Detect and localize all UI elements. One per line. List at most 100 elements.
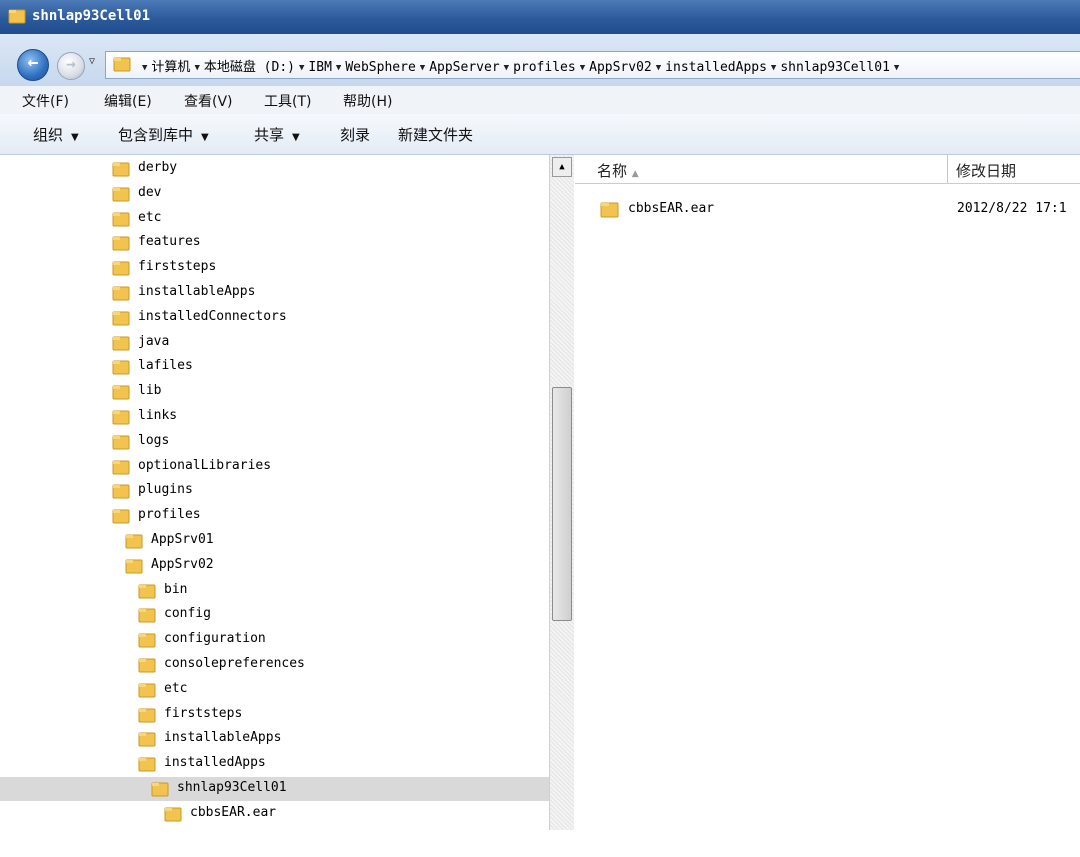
column-modified[interactable]: 修改日期 — [956, 160, 1016, 181]
folder-icon — [112, 185, 130, 207]
breadcrumb-item[interactable]: 计算机 — [151, 60, 190, 75]
folder-icon — [125, 557, 143, 579]
menu-bar: 文件(F) 编辑(E) 查看(V) 工具(T) 帮助(H) — [0, 86, 1080, 114]
breadcrumb-item[interactable]: AppServer — [429, 60, 499, 75]
breadcrumb-item[interactable]: 本地磁盘 (D:) — [204, 60, 295, 75]
folder-icon — [151, 780, 169, 802]
tree-item[interactable]: installableApps — [0, 281, 549, 305]
tree-item[interactable]: installableApps — [0, 727, 549, 751]
tree-item-label: dev — [138, 184, 162, 200]
tree-item[interactable]: lafiles — [0, 355, 549, 379]
breadcrumb-separator-icon[interactable]: ▼ — [771, 63, 776, 73]
folder-icon — [164, 805, 182, 827]
tree-item-label: firststeps — [138, 259, 217, 275]
back-button[interactable]: ← — [17, 49, 49, 81]
vertical-scrollbar[interactable]: ▲ — [549, 155, 574, 830]
history-dropdown-icon[interactable]: ▽ — [89, 56, 95, 67]
breadcrumb-separator-icon[interactable]: ▼ — [580, 63, 585, 73]
share-button[interactable]: 共享 ▼ — [254, 124, 300, 145]
tree-item[interactable]: links — [0, 405, 549, 429]
tree-item[interactable]: AppSrv01 — [0, 529, 549, 553]
tree-item[interactable]: etc — [0, 207, 549, 231]
tree-item[interactable]: installedConnectors — [0, 306, 549, 330]
menu-view[interactable]: 查看(V) — [184, 91, 233, 111]
menu-file[interactable]: 文件(F) — [22, 91, 69, 111]
folder-icon — [112, 210, 130, 232]
new-folder-button[interactable]: 新建文件夹 — [398, 124, 473, 145]
menu-help[interactable]: 帮助(H) — [343, 91, 392, 111]
tree-item[interactable]: derby — [0, 157, 549, 181]
address-bar: ← → ▽ ▼ 计算机 ▼ 本地磁盘 (D:) ▼ IBM ▼ WebSphere ▼ AppSe… — [0, 34, 1080, 87]
folder-icon — [8, 7, 26, 29]
tree-item[interactable]: configuration — [0, 628, 549, 652]
breadcrumb-separator-icon[interactable]: ▼ — [336, 63, 341, 73]
breadcrumb-item[interactable]: AppSrv02 — [589, 60, 652, 75]
folder-icon — [138, 606, 156, 628]
breadcrumb-item[interactable]: profiles — [513, 60, 576, 75]
title-bar: shnlap93Cell01 — [0, 0, 1080, 34]
tree-item-label: installedApps — [164, 755, 266, 771]
folder-icon — [138, 730, 156, 752]
include-in-library-button[interactable]: 包含到库中 ▼ — [118, 124, 209, 145]
tree-item[interactable]: AppSrv02 — [0, 554, 549, 578]
tree-item[interactable]: firststeps — [0, 256, 549, 280]
tree-item[interactable]: etc — [0, 678, 549, 702]
breadcrumb-separator-icon[interactable]: ▼ — [656, 63, 661, 73]
column-name[interactable]: 名称 ▲ — [597, 160, 639, 181]
tree-item-label: AppSrv02 — [151, 556, 214, 572]
tree-item[interactable]: installedApps — [0, 752, 549, 776]
breadcrumb-separator-icon[interactable]: ▼ — [894, 63, 899, 73]
folder-icon — [112, 259, 130, 281]
breadcrumb-separator-icon[interactable]: ▼ — [194, 63, 199, 73]
scroll-up-icon[interactable]: ▲ — [552, 157, 572, 177]
column-divider[interactable] — [947, 155, 948, 183]
folder-icon — [112, 160, 130, 182]
tree-item[interactable]: firststeps — [0, 703, 549, 727]
tree-item[interactable]: optionalLibraries — [0, 455, 549, 479]
breadcrumb-separator-icon[interactable]: ▼ — [504, 63, 509, 73]
navigation-pane[interactable]: derby dev etc features firststeps installable… — [0, 155, 549, 830]
forward-button[interactable]: → — [57, 52, 85, 80]
tree-item[interactable]: bin — [0, 579, 549, 603]
breadcrumb-separator-icon[interactable]: ▼ — [142, 63, 147, 73]
menu-edit[interactable]: 编辑(E) — [104, 91, 152, 111]
tree-item[interactable]: consolepreferences — [0, 653, 549, 677]
breadcrumb-item[interactable]: WebSphere — [345, 60, 415, 75]
tree-item-label: cbbsEAR.ear — [190, 804, 277, 820]
menu-tools[interactable]: 工具(T) — [264, 91, 311, 111]
tree-item[interactable]: java — [0, 331, 549, 355]
folder-icon — [112, 334, 130, 356]
tree-item-label: optionalLibraries — [138, 457, 272, 473]
tree-item[interactable]: lib — [0, 380, 549, 404]
folder-icon — [138, 706, 156, 728]
tree-item[interactable]: profiles — [0, 504, 549, 528]
organize-button[interactable]: 组织 ▼ — [33, 124, 79, 145]
tree-item[interactable]: plugins — [0, 479, 549, 503]
burn-button[interactable]: 刻录 — [340, 124, 370, 145]
tree-item[interactable]: logs — [0, 430, 549, 454]
breadcrumb-item[interactable]: installedApps — [665, 60, 767, 75]
folder-icon — [138, 631, 156, 653]
breadcrumb-separator-icon[interactable]: ▼ — [299, 63, 304, 73]
breadcrumb[interactable]: ▼ 计算机 ▼ 本地磁盘 (D:) ▼ IBM ▼ WebSphere ▼ AppServer ▼ p… — [105, 51, 1080, 79]
tree-item-label: configuration — [164, 631, 266, 647]
dropdown-arrow-icon: ▼ — [71, 132, 79, 143]
tree-item[interactable]: cbbsEAR.ear — [0, 802, 549, 826]
tree-item[interactable]: config — [0, 603, 549, 627]
breadcrumb-item[interactable]: IBM — [308, 60, 331, 75]
tree-item[interactable]: features — [0, 231, 549, 255]
breadcrumb-item[interactable]: shnlap93Cell01 — [780, 60, 890, 75]
breadcrumb-items: ▼ 计算机 ▼ 本地磁盘 (D:) ▼ IBM ▼ WebSphere ▼ AppServer ▼ p… — [140, 56, 903, 75]
tree-item[interactable]: dev — [0, 182, 549, 206]
column-header: 名称 ▲ 修改日期 — [575, 155, 1080, 184]
tree-item[interactable]: shnlap93Cell01 — [0, 777, 549, 801]
tree-item-label: etc — [164, 680, 188, 696]
file-modified-date: 2012/8/22 17:1 — [957, 201, 1067, 216]
tree-item-label: etc — [138, 209, 162, 225]
file-item[interactable]: cbbsEAR.ear 2012/8/22 17:1 — [600, 197, 1080, 221]
breadcrumb-separator-icon[interactable]: ▼ — [420, 63, 425, 73]
scrollbar-thumb[interactable] — [552, 387, 572, 621]
tree-item-label: AppSrv01 — [151, 532, 214, 547]
file-list-pane[interactable]: 名称 ▲ 修改日期 cbbsEAR.ear 2012/8/22 17:1 — [575, 155, 1080, 830]
folder-icon — [112, 482, 130, 504]
